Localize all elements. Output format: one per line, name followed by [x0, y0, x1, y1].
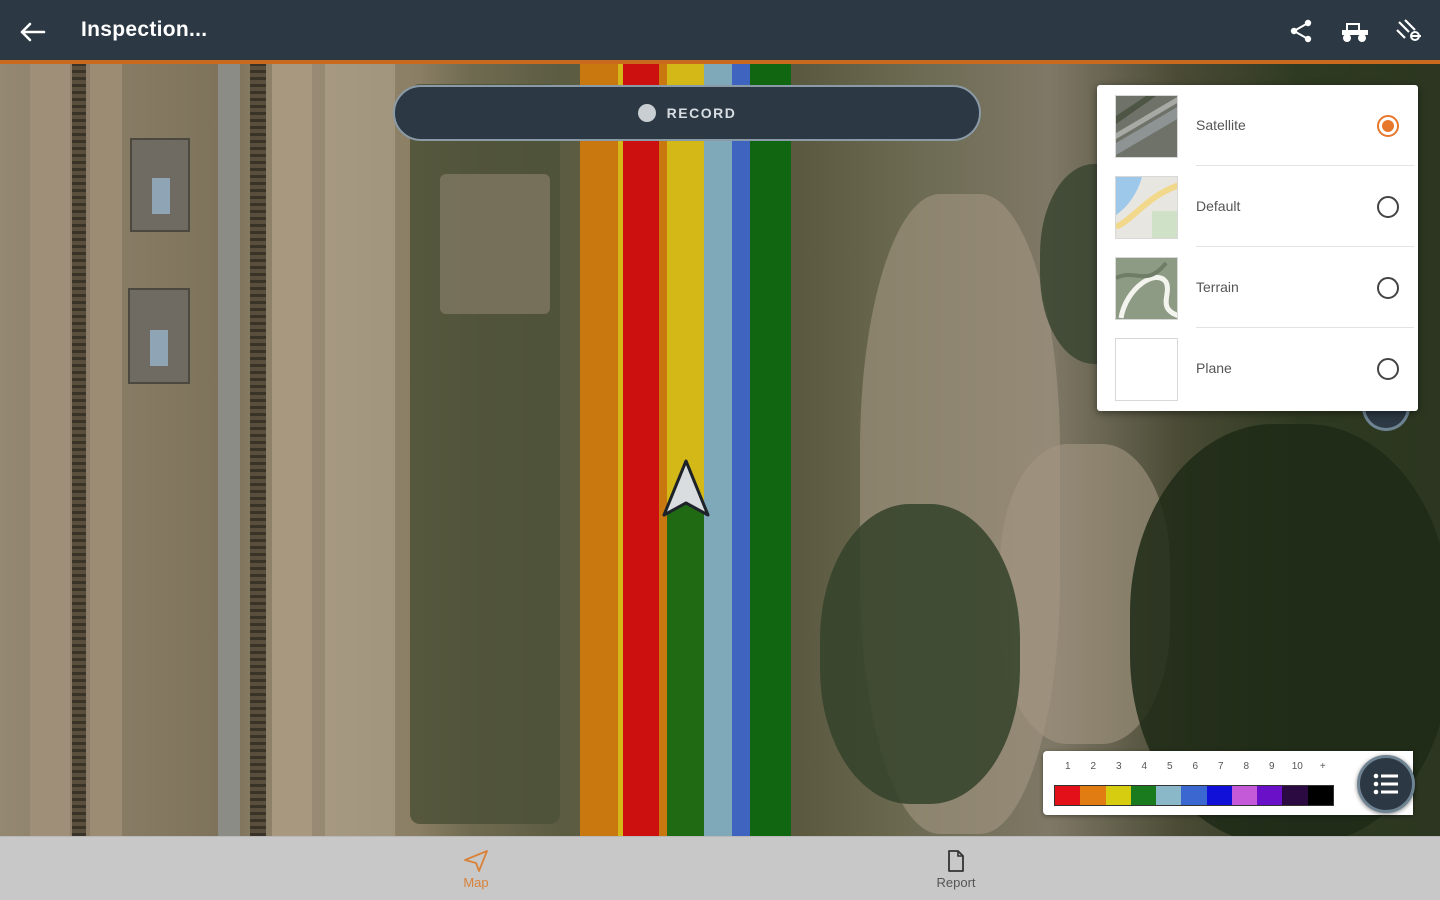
share-button[interactable]: [1286, 16, 1316, 46]
coverage-band: [580, 64, 618, 836]
legend-number: 2: [1090, 761, 1097, 772]
sprayer-button[interactable]: [1394, 16, 1424, 46]
map-type-label: Plane: [1196, 360, 1232, 376]
rail-track: [250, 64, 266, 836]
legend-number: 10: [1291, 761, 1303, 772]
coverage-band: [667, 504, 704, 836]
map-type-label: Satellite: [1196, 117, 1246, 133]
map-type-label: Default: [1196, 198, 1241, 214]
legend-numbers: 1 2 3 4 5 6 7 8 9 10 +: [1055, 761, 1335, 775]
share-icon: [1290, 19, 1312, 43]
page-title: Inspection...: [81, 18, 208, 41]
legend-swatch: [1282, 786, 1308, 805]
dirt-road: [90, 64, 122, 836]
dirt-road: [272, 64, 312, 836]
legend-swatch: [1307, 786, 1333, 805]
legend-swatch: [1231, 786, 1258, 805]
map-type-panel: Satellite Default Terrain Plane: [1097, 85, 1418, 411]
record-button[interactable]: RECORD: [393, 85, 981, 141]
legend-swatch: [1257, 786, 1283, 805]
map-type-label: Terrain: [1196, 279, 1239, 295]
legend-swatch: [1055, 786, 1081, 805]
legend-number: 9: [1268, 761, 1275, 772]
legend-swatch: [1206, 786, 1232, 805]
map-type-option-default[interactable]: Default: [1097, 166, 1418, 247]
field-patch: [440, 174, 550, 314]
terrain-thumbnail: [1115, 257, 1178, 320]
sprayer-icon: [1396, 19, 1421, 41]
rail-track: [72, 64, 86, 836]
legend-swatch: [1080, 786, 1106, 805]
legend-toggle-button[interactable]: [1357, 755, 1415, 813]
legend-swatch: [1130, 786, 1157, 805]
tractor-icon: [1342, 23, 1368, 42]
map-type-option-satellite[interactable]: Satellite: [1097, 85, 1418, 166]
nav-label: Report: [936, 874, 976, 890]
legend-swatch: [1181, 786, 1207, 805]
coverage-band: [623, 64, 659, 836]
coverage-band: [732, 64, 750, 836]
back-button[interactable]: [14, 14, 50, 50]
legend-swatch: [1105, 786, 1131, 805]
dirt-road: [30, 64, 70, 836]
legend-swatch: [1156, 786, 1182, 805]
legend-number: +: [1319, 761, 1326, 772]
record-dot-icon: [637, 104, 656, 122]
tree-cluster: [820, 504, 1020, 804]
satellite-radio[interactable]: [1377, 115, 1399, 137]
plane-thumbnail: [1115, 338, 1178, 401]
default-radio[interactable]: [1377, 196, 1399, 218]
coverage-band: [659, 64, 667, 836]
list-icon: [1373, 773, 1398, 795]
document-icon: [948, 849, 964, 872]
legend-number: 8: [1243, 761, 1250, 772]
plane-radio[interactable]: [1377, 358, 1399, 380]
legend-number: 3: [1115, 761, 1122, 772]
nav-label: Map: [463, 874, 489, 890]
legend-number: 7: [1217, 761, 1224, 772]
nav-report[interactable]: Report: [856, 837, 1056, 900]
legend-color-bar: [1054, 785, 1334, 806]
app-bar: Inspection...: [0, 0, 1440, 60]
terrain-radio[interactable]: [1377, 277, 1399, 299]
paved-road: [218, 64, 240, 836]
arrow-left-icon: [20, 22, 46, 42]
legend-number: 1: [1064, 761, 1071, 772]
legend-number: 4: [1141, 761, 1148, 772]
map-type-option-terrain[interactable]: Terrain: [1097, 247, 1418, 328]
default-map-thumbnail: [1115, 176, 1178, 239]
navigation-icon: [464, 849, 488, 872]
legend-number: 5: [1166, 761, 1173, 772]
coverage-band: [704, 64, 732, 836]
coverage-band: [750, 64, 791, 836]
legend-number: 6: [1192, 761, 1199, 772]
record-label: RECORD: [666, 105, 737, 121]
tractor-button[interactable]: [1340, 16, 1370, 46]
sand-strip: [325, 64, 395, 836]
building: [128, 288, 190, 384]
satellite-thumbnail: [1115, 95, 1178, 158]
bottom-navigation: Map Report: [0, 836, 1440, 900]
vehicle-position-arrow-icon: [662, 459, 710, 517]
nav-map[interactable]: Map: [376, 837, 576, 900]
map-type-option-plane[interactable]: Plane: [1097, 328, 1418, 409]
building: [130, 138, 190, 232]
